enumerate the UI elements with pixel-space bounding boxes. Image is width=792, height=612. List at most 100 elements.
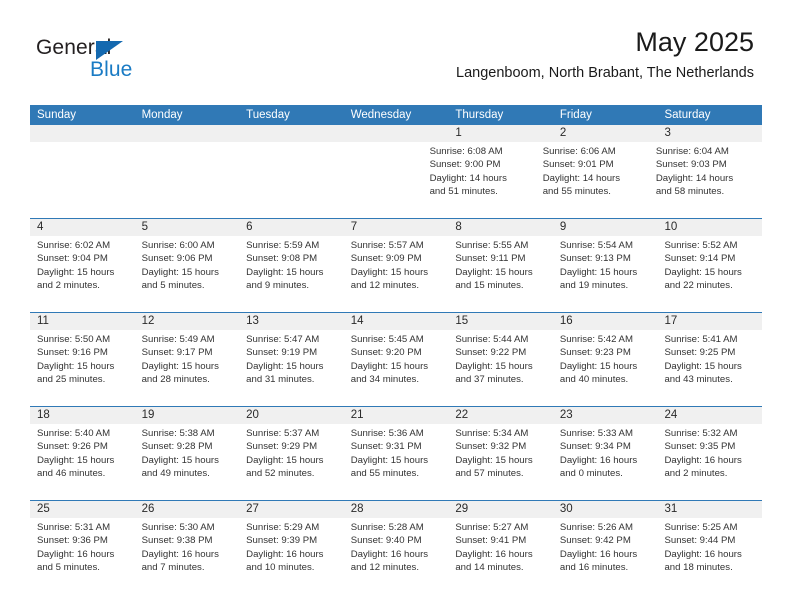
day-cell-details[interactable]: Sunrise: 5:52 AM Sunset: 9:14 PM Daylight:… <box>657 236 762 312</box>
day-cell-details[interactable]: Sunrise: 5:57 AM Sunset: 9:09 PM Daylight:… <box>344 236 449 312</box>
day-number[interactable]: 30 <box>553 501 658 518</box>
sunrise-text: Sunrise: 6:00 AM <box>141 240 215 251</box>
day-number[interactable]: 18 <box>30 407 135 424</box>
day-cell-details[interactable]: Sunrise: 5:26 AM Sunset: 9:42 PM Daylight:… <box>553 518 658 594</box>
day-cell-details[interactable]: Sunrise: 6:04 AM Sunset: 9:03 PM Daylight:… <box>649 142 762 218</box>
weekday-monday: Monday <box>141 109 183 121</box>
day-number[interactable]: 6 <box>239 219 344 236</box>
day-cell-details[interactable]: Sunrise: 5:25 AM Sunset: 9:44 PM Daylight:… <box>657 518 762 594</box>
day-cell-details[interactable]: Sunrise: 5:33 AM Sunset: 9:34 PM Daylight:… <box>553 424 658 500</box>
day-number[interactable]: 25 <box>30 501 135 518</box>
day-cell-details[interactable]: Sunrise: 5:37 AM Sunset: 9:29 PM Daylight:… <box>239 424 344 500</box>
daylight-text-line1: Daylight: 15 hours <box>559 266 638 278</box>
day-number[interactable]: 16 <box>553 313 658 330</box>
day-number[interactable]: 17 <box>657 313 762 330</box>
sunset-text: Sunset: 9:39 PM <box>246 535 318 547</box>
sunrise-text: Sunrise: 5:44 AM <box>455 334 529 345</box>
day-number[interactable]: 13 <box>239 313 344 330</box>
day-number[interactable]: 4 <box>30 219 135 236</box>
day-number[interactable]: 26 <box>135 501 240 518</box>
day-cell-details[interactable]: Sunrise: 5:27 AM Sunset: 9:41 PM Daylight:… <box>448 518 553 594</box>
daylight-text-line1: Daylight: 15 hours <box>37 360 115 372</box>
sunset-text: Sunset: 9:01 PM <box>542 159 614 171</box>
day-number[interactable]: 14 <box>344 313 449 330</box>
day-cell-details[interactable]: Sunrise: 5:40 AM Sunset: 9:26 PM Daylight:… <box>30 424 135 500</box>
daylight-text-line2: and 43 minutes. <box>664 374 733 386</box>
day-cell-details[interactable]: Sunrise: 5:36 AM Sunset: 9:31 PM Daylight:… <box>344 424 449 500</box>
day-number[interactable]: 10 <box>657 219 762 236</box>
day-number[interactable]: 22 <box>448 407 553 424</box>
daylight-text-line1: Daylight: 16 hours <box>37 548 115 560</box>
daylight-text-line2: and 22 minutes. <box>664 280 733 292</box>
day-cell-details[interactable]: Sunrise: 5:42 AM Sunset: 9:23 PM Daylight:… <box>553 330 658 406</box>
daylight-text-line2: and 25 minutes. <box>37 374 106 386</box>
daylight-text-line2: and 12 minutes. <box>350 280 420 292</box>
day-cell-details[interactable]: Sunrise: 5:49 AM Sunset: 9:17 PM Daylight:… <box>135 330 240 406</box>
day-cell-details[interactable]: Sunrise: 5:38 AM Sunset: 9:28 PM Daylight:… <box>135 424 240 500</box>
day-cell-details[interactable]: Sunrise: 6:02 AM Sunset: 9:04 PM Daylight:… <box>30 236 135 312</box>
sunset-text: Sunset: 9:34 PM <box>559 441 631 453</box>
sunset-text: Sunset: 9:20 PM <box>350 347 422 359</box>
day-cell-details[interactable]: Sunrise: 5:44 AM Sunset: 9:22 PM Daylight:… <box>448 330 553 406</box>
daylight-text-line2: and 5 minutes. <box>37 562 100 574</box>
day-number[interactable]: 19 <box>135 407 240 424</box>
daylight-text-line2: and 16 minutes. <box>559 562 629 574</box>
day-number[interactable]: 1 <box>448 125 553 142</box>
sunrise-text: Sunrise: 5:37 AM <box>246 428 320 439</box>
day-number[interactable]: 31 <box>657 501 762 518</box>
day-number[interactable]: 15 <box>448 313 553 330</box>
day-number[interactable]: 7 <box>344 219 449 236</box>
day-number[interactable]: 3 <box>657 125 762 142</box>
calendar-week-row: 1 2 3 Sunrise: 6:08 AM Sunset: 9:00 PM Daylig… <box>30 125 762 218</box>
day-cell-details[interactable]: Sunrise: 6:00 AM Sunset: 9:06 PM Daylight:… <box>135 236 240 312</box>
day-number[interactable]: 8 <box>448 219 553 236</box>
day-number-strip: 11 12 13 14 15 16 17 <box>30 313 762 330</box>
day-cell-details[interactable]: Sunrise: 5:29 AM Sunset: 9:39 PM Daylight:… <box>239 518 344 594</box>
daylight-text-line1: Daylight: 14 hours <box>429 172 507 184</box>
day-number[interactable]: 21 <box>344 407 449 424</box>
daylight-text-line2: and 46 minutes. <box>37 468 106 480</box>
page-title: May 2025 <box>635 27 754 57</box>
day-cell-empty <box>135 125 240 142</box>
daylight-text-line1: Daylight: 15 hours <box>37 266 115 278</box>
sunrise-text: Sunrise: 5:59 AM <box>246 240 320 251</box>
weekday-tuesday: Tuesday <box>246 109 290 121</box>
sunrise-text: Sunrise: 5:49 AM <box>141 334 215 345</box>
day-cell-empty-body <box>30 142 128 218</box>
day-cell-details[interactable]: Sunrise: 6:08 AM Sunset: 9:00 PM Daylight:… <box>423 142 536 218</box>
day-number[interactable]: 12 <box>135 313 240 330</box>
day-number[interactable]: 27 <box>239 501 344 518</box>
day-number[interactable]: 24 <box>657 407 762 424</box>
day-number[interactable]: 20 <box>239 407 344 424</box>
day-cell-details[interactable]: Sunrise: 5:55 AM Sunset: 9:11 PM Daylight:… <box>448 236 553 312</box>
day-number[interactable]: 11 <box>30 313 135 330</box>
day-cell-details[interactable]: Sunrise: 5:50 AM Sunset: 9:16 PM Daylight:… <box>30 330 135 406</box>
daylight-text-line1: Daylight: 15 hours <box>141 454 219 466</box>
daylight-text-line2: and 2 minutes. <box>37 280 100 292</box>
sunset-text: Sunset: 9:14 PM <box>664 253 736 265</box>
sunrise-text: Sunrise: 5:54 AM <box>559 240 633 251</box>
day-cell-details[interactable]: Sunrise: 5:54 AM Sunset: 9:13 PM Daylight:… <box>553 236 658 312</box>
day-number-strip: 123 <box>30 125 762 142</box>
calendar-week-row: 11 12 13 14 15 16 17 Sunrise: 5:50 AM Sunset: 9:… <box>30 312 762 406</box>
day-number[interactable]: 5 <box>135 219 240 236</box>
day-cell-details[interactable]: Sunrise: 5:59 AM Sunset: 9:08 PM Daylight:… <box>239 236 344 312</box>
day-cell-details[interactable]: Sunrise: 5:34 AM Sunset: 9:32 PM Daylight:… <box>448 424 553 500</box>
day-cell-details[interactable]: Sunrise: 5:47 AM Sunset: 9:19 PM Daylight:… <box>239 330 344 406</box>
day-number[interactable]: 9 <box>553 219 658 236</box>
day-number[interactable]: 23 <box>553 407 658 424</box>
sunset-text: Sunset: 9:25 PM <box>664 347 736 359</box>
day-cell-details[interactable]: Sunrise: 5:28 AM Sunset: 9:40 PM Daylight:… <box>344 518 449 594</box>
daylight-text-line1: Daylight: 15 hours <box>455 360 533 372</box>
general-blue-logo[interactable]: General Blue <box>36 36 236 88</box>
day-cell-details[interactable]: Sunrise: 5:45 AM Sunset: 9:20 PM Daylight:… <box>344 330 449 406</box>
day-number[interactable]: 29 <box>448 501 553 518</box>
daylight-text-line1: Daylight: 15 hours <box>246 454 324 466</box>
day-cell-details[interactable]: Sunrise: 5:31 AM Sunset: 9:36 PM Daylight:… <box>30 518 135 594</box>
day-cell-details[interactable]: Sunrise: 5:30 AM Sunset: 9:38 PM Daylight:… <box>135 518 240 594</box>
day-cell-details[interactable]: Sunrise: 5:41 AM Sunset: 9:25 PM Daylight:… <box>657 330 762 406</box>
day-number[interactable]: 28 <box>344 501 449 518</box>
day-number[interactable]: 2 <box>553 125 658 142</box>
day-cell-details[interactable]: Sunrise: 5:32 AM Sunset: 9:35 PM Daylight:… <box>657 424 762 500</box>
day-cell-details[interactable]: Sunrise: 6:06 AM Sunset: 9:01 PM Daylight:… <box>536 142 649 218</box>
